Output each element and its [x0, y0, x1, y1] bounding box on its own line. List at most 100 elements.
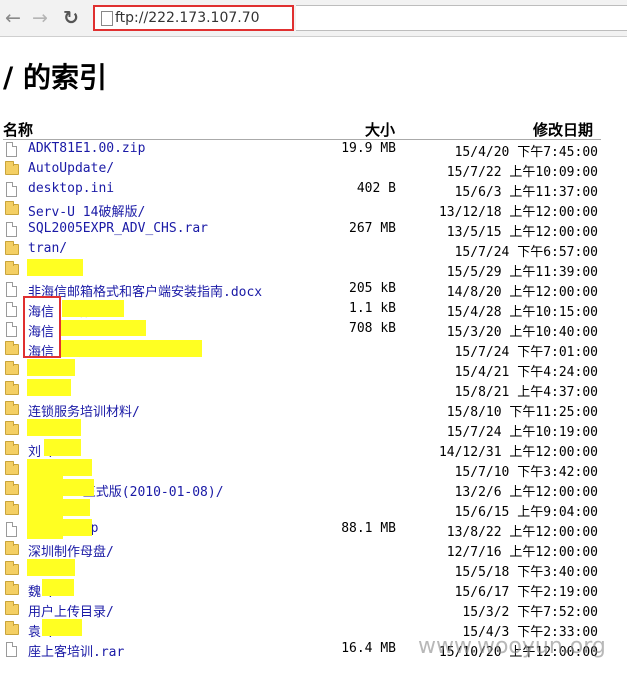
- folder-icon: [5, 581, 19, 595]
- entry-link[interactable]: 深圳制作母盘/: [28, 541, 114, 560]
- folder-row: tran/15/7/24 下午6:57:00: [0, 240, 627, 260]
- page-title: / 的索引: [3, 61, 107, 94]
- redaction-mark: [27, 459, 63, 539]
- redaction-mark: [27, 559, 75, 576]
- entry-date: 14/8/20 上午12:00:00: [446, 285, 598, 300]
- file-icon: [6, 642, 17, 657]
- entry-date: 15/7/10 下午3:42:00: [454, 465, 598, 480]
- folder-row: 连锁服务培训材料/15/8/10 下午11:25:00: [0, 400, 627, 420]
- folder-row: /15/5/18 下午3:40:00: [0, 560, 627, 580]
- entry-link[interactable]: 非海信邮箱格式和客户端安装指南.docx: [28, 281, 262, 300]
- redaction-mark: [42, 619, 82, 636]
- entry-date: 15/3/2 下午7:52:00: [462, 605, 598, 620]
- column-header-name[interactable]: 名称: [3, 119, 33, 139]
- file-row: desktop.ini 402 B 15/6/3 上午11:37:00: [0, 180, 627, 200]
- folder-row: 刘 /14/12/31 上午12:00:00: [0, 440, 627, 460]
- entry-link[interactable]: Serv-U 14破解版/: [28, 201, 145, 220]
- redaction-mark: [60, 519, 92, 536]
- folder-icon: [5, 501, 19, 515]
- folder-icon: [5, 261, 19, 275]
- entry-date: 15/6/17 下午2:19:00: [454, 585, 598, 600]
- folder-row: Serv-U 14破解版/13/12/18 上午12:00:00: [0, 200, 627, 220]
- entry-date: 15/8/21 上午4:37:00: [454, 385, 598, 400]
- reload-icon[interactable]: ↻: [60, 6, 82, 30]
- entry-link[interactable]: 连锁服务培训材料/: [28, 401, 140, 420]
- column-header-size[interactable]: 大小: [365, 119, 395, 139]
- file-row: SQL2005EXPR_ADV_CHS.rar 267 MB 13/5/15 上午1…: [0, 220, 627, 240]
- folder-row: 深圳制作母盘/12/7/16 上午12:00:00: [0, 540, 627, 560]
- address-bar[interactable]: [93, 5, 294, 31]
- entry-date: 15/5/18 下午3:40:00: [454, 565, 598, 580]
- forward-arrow-icon[interactable]: →: [29, 6, 51, 30]
- entry-size: 16.4 MB: [341, 641, 396, 656]
- folder-row: /15/5/29 上午11:39:00: [0, 260, 627, 280]
- browser-toolbar: ← → ↻: [0, 0, 627, 37]
- redaction-mark: [27, 419, 81, 436]
- entry-date: 15/7/22 上午10:09:00: [446, 165, 598, 180]
- entry-date: 15/4/20 下午7:45:00: [454, 145, 598, 160]
- entry-link[interactable]: AutoUpdate/: [28, 161, 114, 176]
- file-icon: [6, 142, 17, 157]
- folder-icon: [5, 401, 19, 415]
- entry-size: 708 kB: [349, 321, 396, 336]
- folder-icon: [5, 381, 19, 395]
- entry-date: 15/5/29 上午11:39:00: [446, 265, 598, 280]
- file-icon: [6, 282, 17, 297]
- folder-icon: [5, 421, 19, 435]
- entry-link[interactable]: tran/: [28, 241, 67, 256]
- folder-icon: [5, 601, 19, 615]
- folder-row: /15/4/21 下午4:24:00: [0, 360, 627, 380]
- folder-row: 魏 /15/6/17 下午2:19:00: [0, 580, 627, 600]
- redaction-mark: [44, 439, 81, 456]
- folder-row: 3.0/15/6/15 上午9:04:00: [0, 500, 627, 520]
- file-row: 5.0.3.zip88.1 MB13/8/22 上午12:00:00: [0, 520, 627, 540]
- folder-icon: [5, 621, 19, 635]
- entry-size: 19.9 MB: [341, 141, 396, 156]
- entry-date: 15/6/15 上午9:04:00: [454, 505, 598, 520]
- back-arrow-icon[interactable]: ←: [2, 6, 24, 30]
- entry-link[interactable]: ADKT81E1.00.zip: [28, 141, 145, 156]
- redaction-mark: [27, 259, 83, 276]
- entry-link[interactable]: 用户上传目录/: [28, 601, 114, 620]
- entry-date: 15/8/10 下午11:25:00: [446, 405, 598, 420]
- address-bar-extension[interactable]: [296, 5, 627, 31]
- folder-icon: [5, 241, 19, 255]
- entry-size: 267 MB: [349, 221, 396, 236]
- redaction-mark: [60, 459, 92, 476]
- folder-icon: [5, 481, 19, 495]
- redaction-mark: [42, 579, 74, 596]
- entry-size: 88.1 MB: [341, 521, 396, 536]
- redaction-mark: [27, 359, 75, 376]
- entry-date: 14/12/31 上午12:00:00: [438, 445, 598, 460]
- folder-row: 用户上传目录/15/3/2 下午7:52:00: [0, 600, 627, 620]
- highlight-box: [23, 296, 61, 358]
- entry-link[interactable]: SQL2005EXPR_ADV_CHS.rar: [28, 221, 208, 236]
- entry-date: 13/2/6 上午12:00:00: [454, 485, 598, 500]
- folder-row: AutoUpdate/15/7/22 上午10:09:00: [0, 160, 627, 180]
- entry-date: 15/4/28 上午10:15:00: [446, 305, 598, 320]
- entry-size: 1.1 kB: [349, 301, 396, 316]
- redaction-mark: [60, 320, 146, 336]
- entry-link[interactable]: desktop.ini: [28, 181, 114, 196]
- redaction-mark: [60, 340, 202, 357]
- entry-date: 13/12/18 上午12:00:00: [438, 205, 598, 220]
- entry-link[interactable]: 座上客培训.rar: [28, 641, 124, 660]
- folder-row: 5.0/15/7/10 下午3:42:00: [0, 460, 627, 480]
- redaction-mark: [62, 300, 124, 317]
- file-icon: [6, 302, 17, 317]
- folder-row: /15/7/24 上午10:19:00: [0, 420, 627, 440]
- entry-date: 15/7/24 下午7:01:00: [454, 345, 598, 360]
- file-row: ADKT81E1.00.zip 19.9 MB 15/4/20 下午7:45:00: [0, 140, 627, 160]
- folder-icon: [5, 541, 19, 555]
- entry-date: 15/4/21 下午4:24:00: [454, 365, 598, 380]
- entry-date: 12/7/16 上午12:00:00: [446, 545, 598, 560]
- url-input[interactable]: [115, 9, 290, 27]
- column-header-modified[interactable]: 修改日期: [533, 119, 593, 139]
- entry-date: 15/3/20 上午10:40:00: [446, 325, 598, 340]
- entry-date: 15/6/3 上午11:37:00: [454, 185, 598, 200]
- entry-date: 15/7/24 上午10:19:00: [446, 425, 598, 440]
- redaction-mark: [60, 499, 90, 516]
- folder-icon: [5, 341, 19, 355]
- folder-icon: [5, 461, 19, 475]
- folder-icon: [5, 561, 19, 575]
